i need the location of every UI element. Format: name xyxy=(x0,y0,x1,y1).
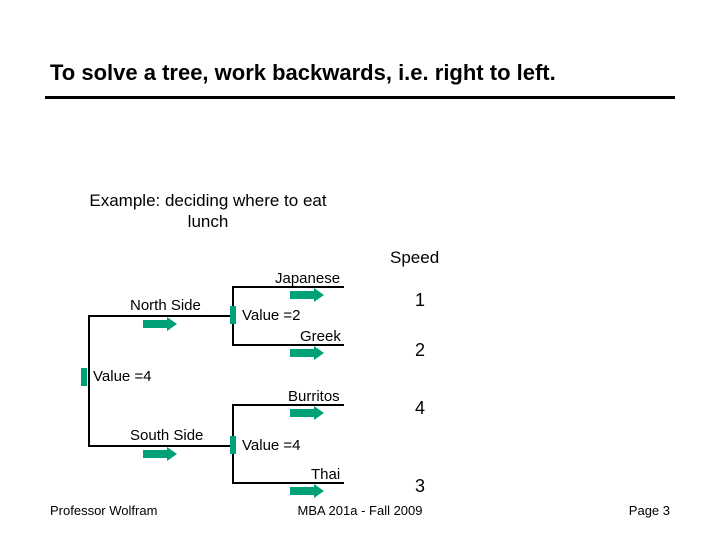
page-title: To solve a tree, work backwards, i.e. ri… xyxy=(50,60,556,86)
node-value-south: Value =4 xyxy=(242,437,301,454)
footer-page: Page 3 xyxy=(629,503,670,518)
arrow-icon xyxy=(290,484,324,498)
node-marker xyxy=(230,436,236,454)
arrow-icon xyxy=(290,406,324,420)
title-underline xyxy=(45,96,675,99)
arrow-icon xyxy=(143,317,177,331)
leaf-value-greek: 2 xyxy=(415,340,425,361)
leaf-label-greek: Greek xyxy=(300,328,341,345)
arrow-icon xyxy=(290,288,324,302)
root-value-label: Value =4 xyxy=(93,368,152,385)
connector xyxy=(88,315,90,447)
node-value-north: Value =2 xyxy=(242,307,301,324)
leaf-value-burritos: 4 xyxy=(415,398,425,419)
example-caption: Example: deciding where to eat lunch xyxy=(88,190,328,233)
leaf-label-thai: Thai xyxy=(311,466,340,483)
leaf-value-japanese: 1 xyxy=(415,290,425,311)
leaf-label-burritos: Burritos xyxy=(288,388,340,405)
branch-label-north: North Side xyxy=(130,297,201,314)
branch-label-south: South Side xyxy=(130,427,203,444)
leaf-value-thai: 3 xyxy=(415,476,425,497)
root-marker xyxy=(81,368,87,386)
node-marker xyxy=(230,306,236,324)
arrow-icon xyxy=(290,346,324,360)
column-header-speed: Speed xyxy=(390,248,439,268)
arrow-icon xyxy=(143,447,177,461)
slide: To solve a tree, work backwards, i.e. ri… xyxy=(0,0,720,540)
leaf-label-japanese: Japanese xyxy=(275,270,340,287)
footer-course: MBA 201a - Fall 2009 xyxy=(0,503,720,518)
